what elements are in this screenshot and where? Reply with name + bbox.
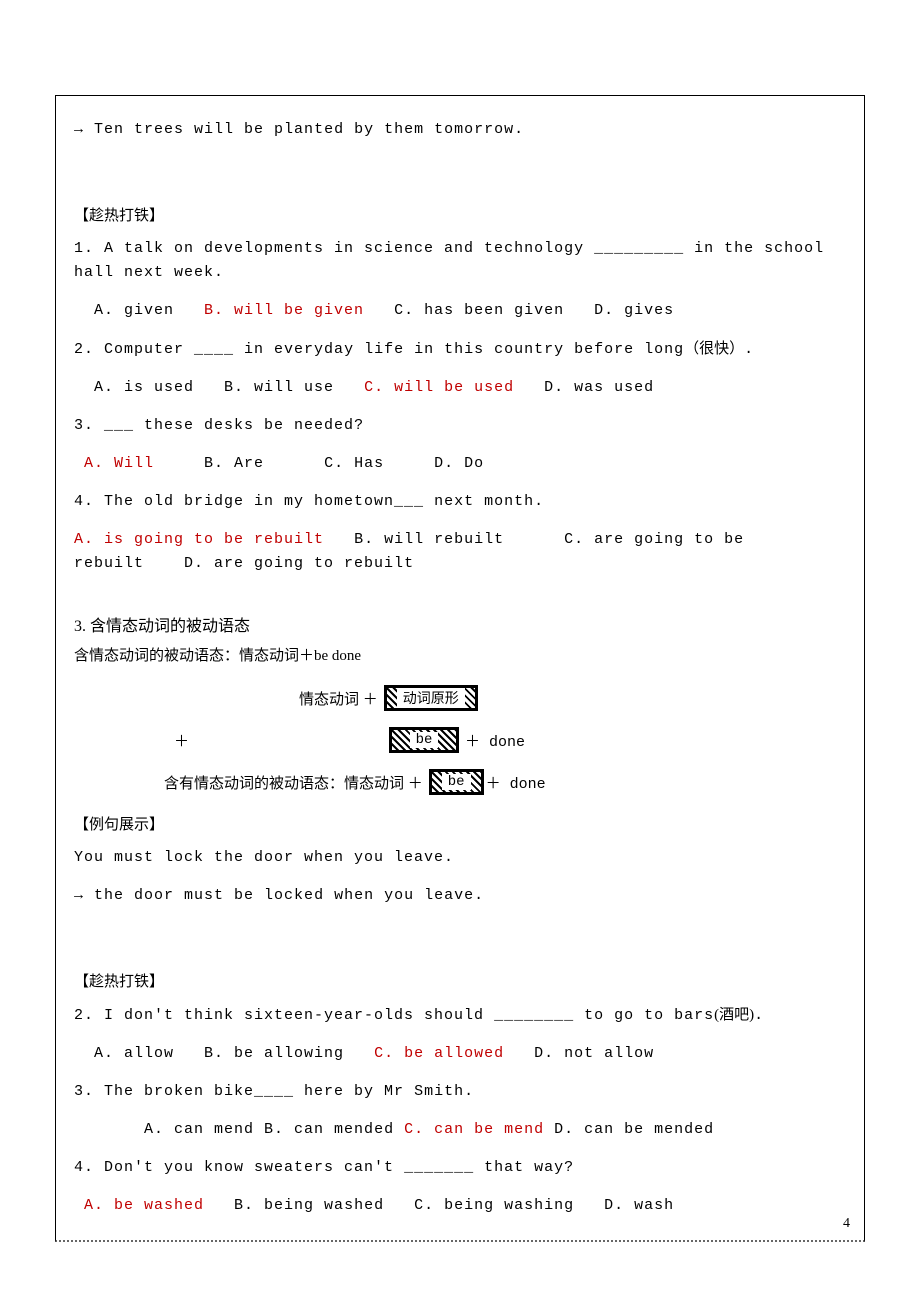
q2-paren: （很快）: [684, 341, 744, 357]
q2-stem: 2. Computer ____ in everyday life in thi…: [74, 337, 846, 362]
q2-opt-c: C. will be used: [364, 379, 514, 396]
q4-opt-d: D. are going to rebuilt: [184, 555, 414, 572]
q3-stem-pre: 3.: [74, 417, 104, 434]
q1-blank: _________: [594, 240, 684, 257]
q2-opt-b: B. will use: [224, 379, 334, 396]
q2-stem-post-b: .: [744, 341, 754, 358]
q4-stem-post: next month.: [424, 493, 544, 510]
p2-q2-opt-b: B. be allowing: [204, 1045, 344, 1062]
p2-q2-stem-post-a: to go to bars: [574, 1007, 714, 1024]
hatched-box-icon: be: [429, 769, 484, 795]
example-line2: the door must be locked when you leave.: [94, 887, 484, 904]
q4-options: A. is going to be rebuilt B. will rebuil…: [74, 528, 846, 576]
p2-q4-opt-b: B. being washed: [234, 1197, 384, 1214]
q4-blank: ___: [394, 493, 424, 510]
q2-options: A. is used B. will use C. will be used D…: [74, 376, 846, 400]
intro-sentence: → Ten trees will be planted by them tomo…: [74, 118, 846, 142]
q3-opt-a: A. Will: [84, 455, 154, 472]
q3-opt-c: C. Has: [324, 455, 384, 472]
q4-stem-pre: 4. The old bridge in my hometown: [74, 493, 394, 510]
q4-opt-a: A. is going to be rebuilt: [74, 531, 324, 548]
diagram-row3-left: 含有情态动词的被动语态：情态动词 ＋: [164, 772, 423, 793]
q2-blank: ____: [194, 341, 234, 358]
diagram-row1-box: 动词原形: [397, 688, 465, 708]
arrow-icon: →: [74, 887, 84, 904]
p2-q2-stem: 2. I don't think sixteen-year-olds shoul…: [74, 1003, 846, 1028]
q3-opt-b: B. Are: [204, 455, 264, 472]
q3-opt-d: D. Do: [434, 455, 484, 472]
q3-stem: 3. ___ these desks be needed?: [74, 414, 846, 438]
q3-options: A. Will B. Are C. Has D. Do: [74, 452, 846, 476]
p2-q2-blank: ________: [494, 1007, 574, 1024]
p2-q3-options: A. can mend B. can mended C. can be mend…: [74, 1118, 846, 1142]
diagram-row2-box: be: [410, 732, 439, 748]
p2-q4-stem-pre: 4. Don't you know sweaters can't: [74, 1159, 404, 1176]
p2-q3-stem-post: here by Mr Smith.: [294, 1083, 474, 1100]
p2-q4-opt-d: D. wash: [604, 1197, 674, 1214]
p2-q3-opt-a: A. can mend: [144, 1121, 254, 1138]
q4-opt-b: B. will rebuilt: [354, 531, 504, 548]
p2-q2-stem-pre: 2. I don't think sixteen-year-olds shoul…: [74, 1007, 494, 1024]
q1-opt-b: B. will be given: [204, 302, 364, 319]
q3-stem-post: these desks be needed?: [134, 417, 364, 434]
diagram-row1-left: 情态动词 ＋: [299, 688, 378, 709]
p2-q3-opt-c: C. can be mend: [404, 1121, 544, 1138]
diagram-row2-right: ＋ done: [465, 730, 525, 751]
diagram-row-1: 情态动词 ＋ 动词原形: [74, 685, 846, 711]
p2-q4-blank: _______: [404, 1159, 474, 1176]
p2-q2-stem-post-b: .: [754, 1007, 764, 1024]
p2-q3-blank: ____: [254, 1083, 294, 1100]
q2-stem-post-a: in everyday life in this country before …: [234, 341, 684, 358]
diagram-row-3: 含有情态动词的被动语态：情态动词 ＋ be ＋ done: [74, 769, 846, 795]
p2-q4-options: A. be washed B. being washed C. being wa…: [74, 1194, 846, 1218]
grammar-heading: 3. 含情态动词的被动语态: [74, 612, 846, 636]
diagram-row3-box: be: [442, 774, 471, 790]
q4-stem: 4. The old bridge in my hometown___ next…: [74, 490, 846, 514]
p2-q3-opt-d: D. can be mended: [554, 1121, 714, 1138]
practice1-title: 【趁热打铁】: [74, 204, 846, 225]
p2-q4-stem-post: that way?: [474, 1159, 574, 1176]
hatched-box-icon: 动词原形: [384, 685, 478, 711]
example-line1: You must lock the door when you leave.: [74, 846, 846, 870]
p2-q4-stem: 4. Don't you know sweaters can't _______…: [74, 1156, 846, 1180]
q1-stem-pre: 1. A talk on developments in science and…: [74, 240, 594, 257]
p2-q2-opt-c: C. be allowed: [374, 1045, 504, 1062]
p2-q3-stem: 3. The broken bike____ here by Mr Smith.: [74, 1080, 846, 1104]
p2-q3-opt-b: B. can mended: [264, 1121, 394, 1138]
q1-options: A. given B. will be given C. has been gi…: [74, 299, 846, 323]
arrow-icon: →: [74, 121, 84, 138]
q2-opt-a: A. is used: [94, 379, 194, 396]
q3-blank: ___: [104, 417, 134, 434]
p2-q2-paren: (酒吧): [714, 1007, 754, 1023]
p2-q4-opt-c: C. being washing: [414, 1197, 574, 1214]
page-number: 4: [843, 1216, 850, 1232]
example-line2-row: → the door must be locked when you leave…: [74, 884, 846, 908]
grammar-diagram: 情态动词 ＋ 动词原形 ＋ be ＋ done 含有情态动词的被动语态：情态动词…: [74, 685, 846, 795]
q2-opt-d: D. was used: [544, 379, 654, 396]
p2-q3-stem-pre: 3. The broken bike: [74, 1083, 254, 1100]
spacer: [74, 156, 846, 174]
page: → Ten trees will be planted by them tomo…: [0, 0, 920, 1302]
intro-text: Ten trees will be planted by them tomorr…: [94, 121, 524, 138]
practice2-title: 【趁热打铁】: [74, 970, 846, 991]
q1-opt-c: C. has been given: [394, 302, 564, 319]
p2-q2-options: A. allow B. be allowing C. be allowed D.…: [74, 1042, 846, 1066]
diagram-row3-right: ＋ done: [486, 772, 546, 793]
grammar-subheading: 含情态动词的被动语态：情态动词＋be done: [74, 644, 846, 665]
q1-opt-d: D. gives: [594, 302, 674, 319]
q1-stem: 1. A talk on developments in science and…: [74, 237, 846, 285]
diagram-row-2: ＋ be ＋ done: [74, 727, 846, 753]
q2-stem-pre: 2. Computer: [74, 341, 194, 358]
diagram-row2-plus: ＋: [174, 730, 189, 751]
p2-q2-opt-d: D. not allow: [534, 1045, 654, 1062]
q1-opt-a: A. given: [94, 302, 174, 319]
example-title: 【例句展示】: [74, 813, 846, 834]
p2-q2-opt-a: A. allow: [94, 1045, 174, 1062]
spacer: [74, 922, 846, 940]
p2-q4-opt-a: A. be washed: [84, 1197, 204, 1214]
hatched-box-icon: be: [389, 727, 459, 753]
content-box: → Ten trees will be planted by them tomo…: [55, 95, 865, 1242]
